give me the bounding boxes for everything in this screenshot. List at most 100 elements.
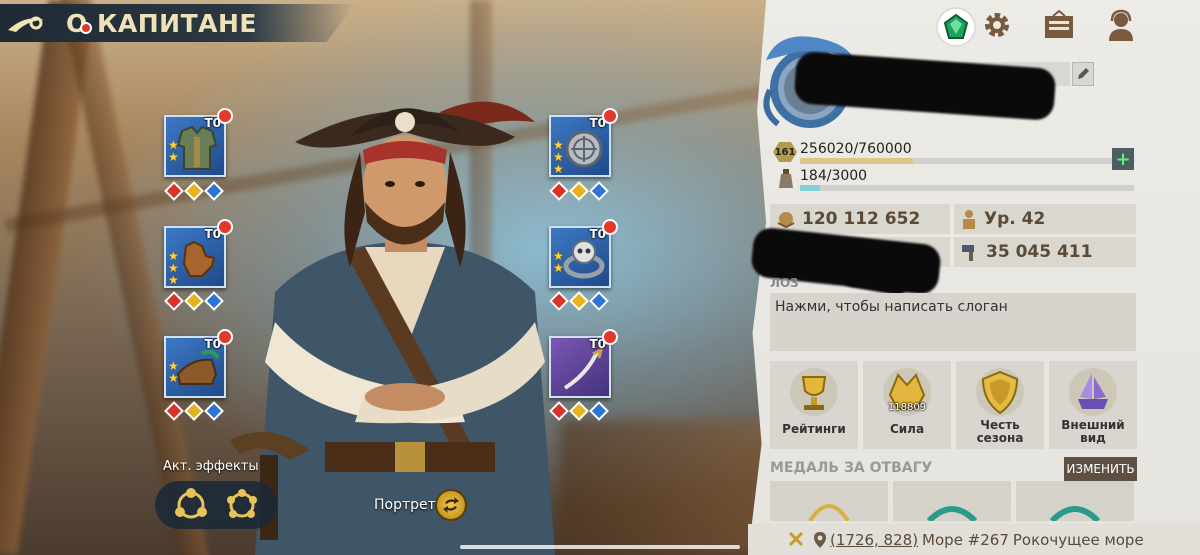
swap-icon xyxy=(443,497,459,513)
notification-dot xyxy=(602,108,618,124)
location-pin-icon xyxy=(814,531,826,548)
red-gem-icon xyxy=(164,291,184,311)
blue-gem-icon xyxy=(589,181,609,201)
star-rating: ★ ★ ★ xyxy=(553,139,564,175)
red-gem-icon xyxy=(549,291,569,311)
notice-board-button[interactable] xyxy=(1042,8,1076,42)
ship-icon xyxy=(1069,368,1117,416)
settings-button[interactable] xyxy=(980,8,1014,42)
yellow-gem-icon xyxy=(184,291,204,311)
notification-dot xyxy=(217,329,233,345)
equip-slot-ring[interactable]: T0 ★ ★ xyxy=(549,219,618,288)
gem-sockets xyxy=(549,181,609,201)
star-icon: ★ xyxy=(168,273,179,287)
game-scene xyxy=(0,0,790,555)
star-rating: ★ ★ xyxy=(168,139,179,163)
equip-slot-amulet[interactable]: T0 ★ ★ ★ xyxy=(549,108,618,177)
medal-icon xyxy=(926,506,978,521)
yellow-gem-icon xyxy=(184,181,204,201)
medal-icon xyxy=(1049,506,1101,521)
blue-gem-icon xyxy=(204,291,224,311)
level-badge: 161 xyxy=(773,142,797,162)
home-indicator[interactable] xyxy=(460,545,740,549)
star-rating: ★ ★ xyxy=(168,360,179,384)
support-agent-icon xyxy=(1109,9,1133,41)
medal-icon xyxy=(808,504,850,521)
equip-slot-gloves[interactable]: T0 ★ ★ ★ xyxy=(164,219,233,288)
equip-slot-weapon[interactable]: T0 xyxy=(549,329,618,398)
red-gem-icon xyxy=(549,181,569,201)
season-honor-button[interactable]: Честь сезона xyxy=(956,361,1044,449)
blue-gem-icon xyxy=(204,181,224,201)
sea-number: Море #267 xyxy=(922,530,1009,549)
yellow-gem-icon xyxy=(569,291,589,311)
coin-hand-icon xyxy=(777,212,795,229)
power-button[interactable]: 118809 Сила xyxy=(863,361,951,449)
red-gem-icon xyxy=(549,401,569,421)
support-button[interactable] xyxy=(1104,8,1138,42)
xp-track xyxy=(800,158,1134,164)
rankings-button[interactable]: Рейтинги xyxy=(770,361,858,449)
active-effects-panel[interactable] xyxy=(155,481,277,529)
yellow-gem-icon xyxy=(569,401,589,421)
gem-sockets xyxy=(549,291,609,311)
coordinates-link[interactable]: (1726, 828) xyxy=(830,531,918,549)
hammer-icon xyxy=(962,245,974,261)
medal-header: МЕДАЛЬ ЗА ОТВАГУ xyxy=(770,460,933,476)
gem-sockets xyxy=(164,291,224,311)
armor-icon xyxy=(176,125,218,170)
effect-cluster-icon[interactable] xyxy=(224,487,260,523)
bottle-icon xyxy=(779,169,793,188)
yellow-gem-icon xyxy=(184,401,204,421)
yellow-gem-icon xyxy=(569,181,589,201)
glove-icon xyxy=(182,240,216,277)
gem-sockets xyxy=(164,181,224,201)
star-icon: ★ xyxy=(168,150,179,164)
board-icon xyxy=(1045,10,1073,38)
medal-slot[interactable] xyxy=(770,481,888,521)
coins-stat: 120 112 652 xyxy=(770,204,950,234)
coins-value: 120 112 652 xyxy=(802,209,921,229)
power-value: 35 045 411 xyxy=(986,242,1093,262)
boot-icon xyxy=(176,349,220,385)
medal-slot[interactable] xyxy=(1016,481,1134,521)
portrait-swap-button[interactable] xyxy=(435,489,467,521)
saber-icon xyxy=(563,347,604,390)
active-effects-label: Акт. эффекты xyxy=(163,459,259,474)
power-label: Сила xyxy=(889,422,925,436)
notification-dot xyxy=(602,329,618,345)
appearance-button[interactable]: Внешний вид xyxy=(1049,361,1137,449)
xp-fill xyxy=(800,158,913,164)
slogan-header: ЛОЗ xyxy=(770,276,799,290)
notification-dot xyxy=(80,22,92,34)
slogan-input[interactable]: Нажми, чтобы написать слоган xyxy=(770,293,1136,351)
season-honor-label: Честь сезона xyxy=(976,418,1024,445)
equip-slot-boots[interactable]: T0 ★ ★ xyxy=(164,329,233,398)
slogan-placeholder: Нажми, чтобы написать слоган xyxy=(775,299,1008,315)
portrait-label: Портрет xyxy=(374,497,436,513)
red-gem-icon xyxy=(164,401,184,421)
appearance-label: Внешний вид xyxy=(1061,418,1125,445)
rank-figure-icon xyxy=(963,210,975,229)
gem-sockets xyxy=(164,401,224,421)
effect-triad-icon[interactable] xyxy=(173,487,209,523)
stamina-bar: 184/3000 xyxy=(770,168,1136,191)
equip-slot-armor[interactable]: T0 ★ ★ xyxy=(164,108,233,177)
rankings-label: Рейтинги xyxy=(782,422,846,436)
gem-sockets xyxy=(549,401,609,421)
back-button[interactable] xyxy=(0,4,52,42)
pencil-icon xyxy=(1078,68,1089,79)
red-gem-icon xyxy=(164,181,184,201)
change-medal-button[interactable]: ИЗМЕНИТЬ xyxy=(1064,457,1137,481)
add-xp-button[interactable]: + xyxy=(1112,148,1134,170)
stamina-text: 184/3000 xyxy=(800,168,868,184)
power-stat: 35 045 411 xyxy=(954,237,1136,267)
medal-slot[interactable] xyxy=(893,481,1011,521)
gem-shop-button[interactable] xyxy=(936,7,976,47)
rank-stat: Ур. 42 xyxy=(954,204,1136,234)
location-footer[interactable]: (1726, 828) Море #267 Рокочущее море xyxy=(748,524,1200,555)
blue-gem-icon xyxy=(589,291,609,311)
gear-icon xyxy=(985,13,1009,37)
edit-name-button[interactable] xyxy=(1072,62,1094,86)
skull-ring-icon xyxy=(563,240,605,279)
